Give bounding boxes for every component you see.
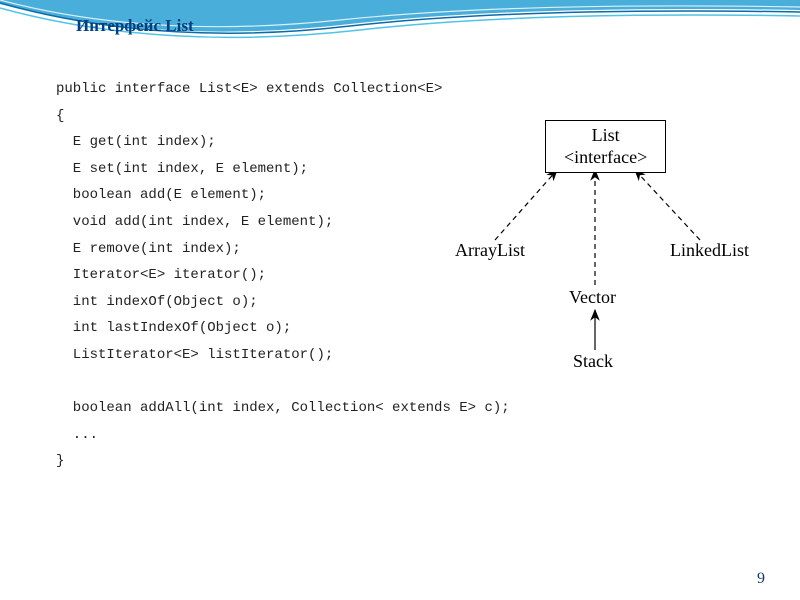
code-line: int lastIndexOf(Object o); bbox=[56, 320, 291, 336]
code-line: { bbox=[56, 108, 64, 124]
slide-title: Интерфейс List bbox=[76, 16, 194, 36]
code-line: public interface List<E> extends Collect… bbox=[56, 81, 442, 97]
code-line: } bbox=[56, 453, 64, 469]
diagram-list-stereotype: <interface> bbox=[564, 147, 647, 169]
diagram-linkedlist-label: LinkedList bbox=[670, 240, 749, 261]
code-line: boolean add(E element); bbox=[56, 187, 266, 203]
code-line: Iterator<E> iterator(); bbox=[56, 267, 266, 283]
page-number: 9 bbox=[757, 570, 765, 588]
diagram-vector-label: Vector bbox=[569, 287, 616, 308]
code-line: E set(int index, E element); bbox=[56, 161, 308, 177]
diagram-stack-label: Stack bbox=[573, 351, 613, 372]
diagram-list-name: List bbox=[564, 125, 647, 147]
code-line: boolean addAll(int index, Collection< ex… bbox=[56, 400, 510, 416]
code-line: E get(int index); bbox=[56, 134, 216, 150]
diagram-list-box: List <interface> bbox=[545, 120, 666, 173]
diagram-arraylist-label: ArrayList bbox=[455, 240, 525, 261]
code-line: void add(int index, E element); bbox=[56, 214, 333, 230]
code-block: public interface List<E> extends Collect… bbox=[56, 76, 510, 475]
code-line: E remove(int index); bbox=[56, 241, 241, 257]
code-line: ... bbox=[56, 427, 98, 443]
code-line: ListIterator<E> listIterator(); bbox=[56, 347, 333, 363]
code-line: int indexOf(Object o); bbox=[56, 294, 258, 310]
class-diagram: List <interface> ArrayList LinkedList Ve… bbox=[445, 115, 775, 375]
